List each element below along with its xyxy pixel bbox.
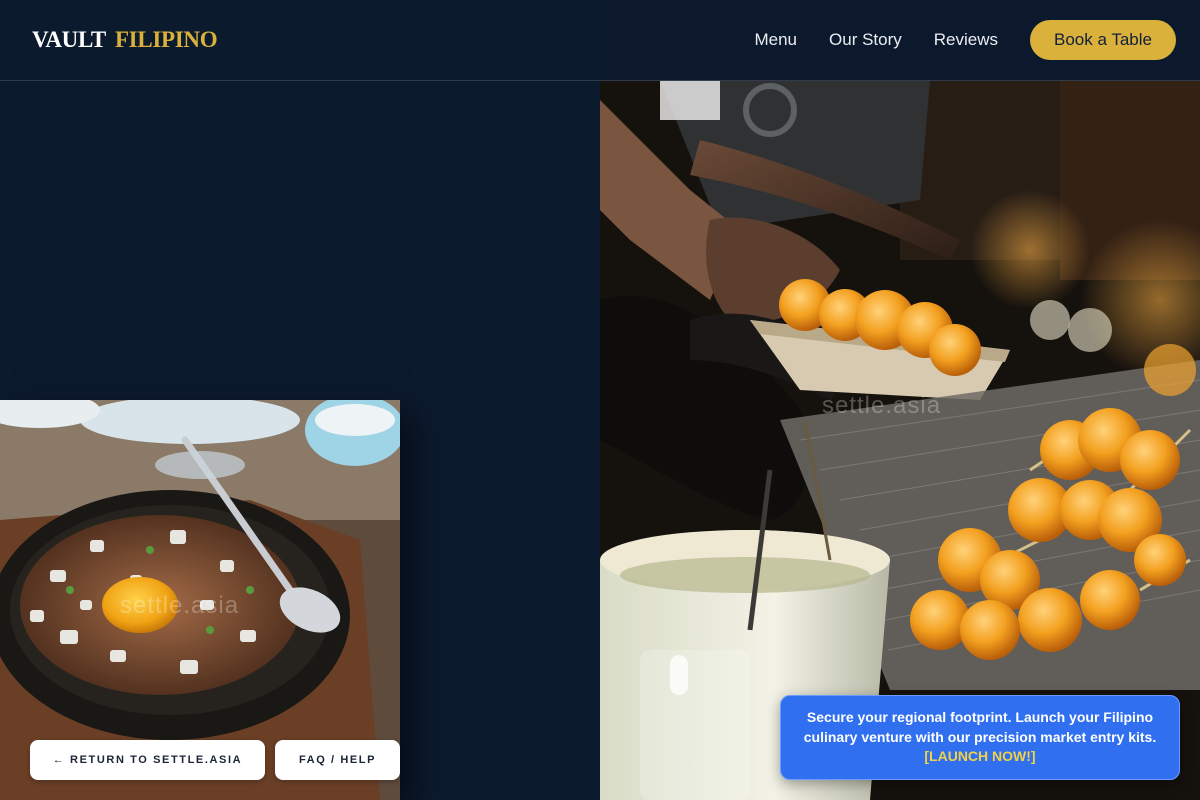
promo-banner[interactable]: Secure your regional footprint. Launch y… <box>780 695 1180 780</box>
nav-link-menu[interactable]: Menu <box>754 30 797 50</box>
brand-logo[interactable]: VAULT FILIPINO <box>32 27 218 53</box>
logo-word-filipino: FILIPINO <box>114 27 218 52</box>
logo-word-vault: VAULT <box>32 27 106 52</box>
top-navbar: VAULT FILIPINO Menu Our Story Reviews Boo… <box>0 0 1200 81</box>
nav-link-our-story[interactable]: Our Story <box>829 30 902 50</box>
hero-photo-illustration <box>600 0 1200 800</box>
landing-page: VAULT FILIPINO Menu Our Story Reviews Boo… <box>0 0 1200 800</box>
faq-help-button[interactable]: FAQ / HELP <box>275 740 400 780</box>
promo-text: Secure your regional footprint. Launch y… <box>803 709 1157 745</box>
nav-links: Menu Our Story Reviews Book a Table <box>754 20 1176 60</box>
launch-now-link[interactable]: [LAUNCH NOW!] <box>924 748 1035 764</box>
hero-street-food-image: settle.asia <box>600 0 1200 800</box>
return-to-settle-button[interactable]: ← RETURN TO SETTLE.ASIA <box>30 740 265 780</box>
book-table-button[interactable]: Book a Table <box>1030 20 1176 60</box>
nav-link-reviews[interactable]: Reviews <box>934 30 998 50</box>
